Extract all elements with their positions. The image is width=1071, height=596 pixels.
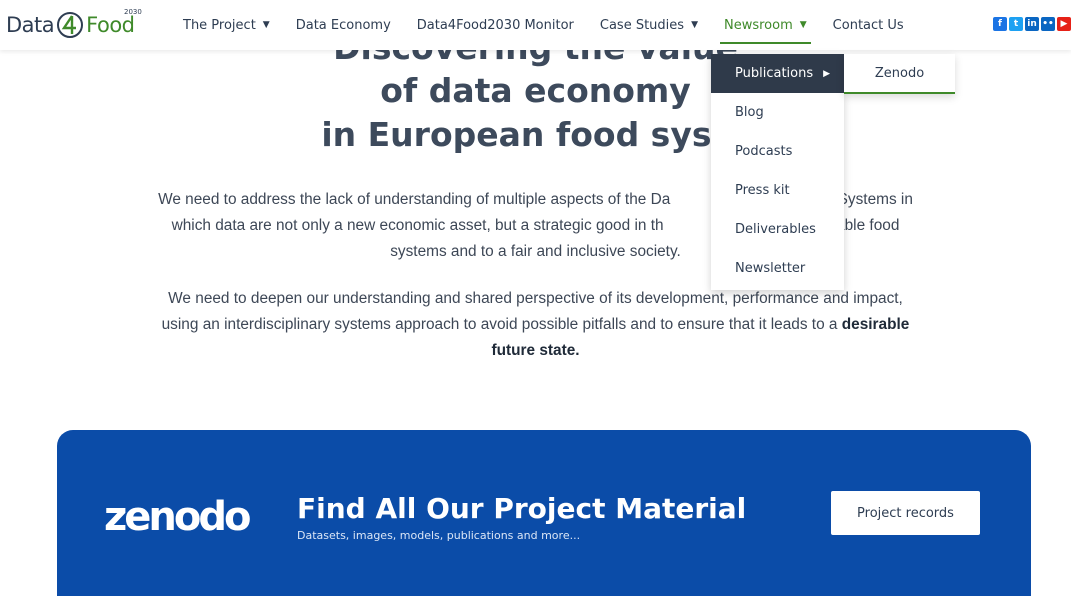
para-bold: desirable [841, 316, 910, 333]
zenodo-banner: zenodo Find All Our Project Material Dat… [57, 430, 1031, 596]
dropdown-item-newsletter[interactable]: Newsletter [711, 249, 844, 288]
flickr-icon[interactable]: •• [1041, 17, 1055, 31]
nav-label: Newsroom [723, 17, 793, 33]
nav-case-studies[interactable]: Case Studies ▼ [600, 0, 698, 50]
site-header: Data Food 2030 The Project ▼ Data Economy… [0, 0, 1071, 50]
dropdown-label: Press kit [735, 183, 790, 198]
dropdown-item-podcasts[interactable]: Podcasts [711, 132, 844, 171]
dropdown-item-deliverables[interactable]: Deliverables [711, 210, 844, 249]
second-paragraph-line-3: future state. [0, 338, 1071, 364]
caret-right-icon: ▶ [823, 68, 831, 79]
dropdown-item-blog[interactable]: Blog [711, 93, 844, 132]
banner-title: Find All Our Project Material [297, 492, 747, 525]
caret-down-icon: ▼ [691, 20, 698, 30]
logo-year: 2030 [124, 8, 142, 16]
intro-paragraph-line-3: systems and to a fair and inclusive soci… [390, 243, 681, 260]
nav-the-project[interactable]: The Project ▼ [183, 0, 270, 50]
dropdown-label: Blog [735, 105, 764, 120]
caret-down-icon: ▼ [799, 20, 807, 30]
facebook-icon[interactable]: f [993, 17, 1007, 31]
second-paragraph-line-1: We need to deepen our understanding and … [168, 290, 903, 307]
intro-paragraph-line-1: We need to address the lack of understan… [0, 187, 1071, 213]
site-logo[interactable]: Data Food 2030 [6, 8, 142, 42]
nav-monitor[interactable]: Data4Food2030 Monitor [417, 0, 574, 50]
newsroom-dropdown: Publications ▶ Blog Podcasts Press kit De… [711, 54, 844, 290]
banner-subtitle: Datasets, images, models, publications a… [297, 529, 581, 542]
nav-label: Contact Us [832, 17, 904, 33]
main-nav: The Project ▼ Data Economy Data4Food2030 … [183, 0, 930, 50]
zenodo-logo: zenodo [104, 494, 251, 540]
para-text: We need to address the lack of understan… [158, 191, 671, 208]
dropdown-item-publications[interactable]: Publications ▶ [711, 54, 844, 93]
twitter-icon[interactable]: t [1009, 17, 1023, 31]
youtube-icon[interactable]: ▶ [1057, 17, 1071, 31]
logo-text-data: Data [6, 13, 55, 37]
project-records-button[interactable]: Project records [831, 491, 980, 535]
nav-contact-us[interactable]: Contact Us [833, 0, 904, 50]
para-text: which data are not only a new economic a… [171, 217, 664, 234]
dropdown-label: Deliverables [735, 222, 816, 237]
nav-label: The Project [183, 17, 256, 33]
logo-four-icon [57, 12, 84, 38]
nav-label: Data4Food2030 Monitor [416, 17, 574, 33]
para-bold: future state. [491, 342, 580, 359]
dropdown-label: Publications [735, 66, 814, 81]
nav-label: Data Economy [295, 17, 391, 33]
submenu-item-zenodo[interactable]: Zenodo [844, 54, 955, 94]
dropdown-label: Podcasts [735, 144, 793, 159]
caret-down-icon: ▼ [262, 20, 270, 30]
intro-paragraph-line-2: which data are not only a new economic a… [0, 213, 1071, 239]
second-paragraph-line-2: using an interdisciplinary systems appro… [0, 312, 1071, 338]
linkedin-icon[interactable]: in [1025, 17, 1039, 31]
para-text: using an interdisciplinary systems appro… [161, 316, 838, 333]
social-links: f t in •• ▶ [993, 17, 1071, 31]
hero-title-line-3: in European food syste [321, 115, 750, 154]
nav-newsroom[interactable]: Newsroom ▼ [719, 0, 811, 50]
dropdown-label: Newsletter [735, 261, 806, 276]
dropdown-item-press-kit[interactable]: Press kit [711, 171, 844, 210]
nav-label: Case Studies [599, 17, 685, 33]
logo-text-food: Food [86, 13, 135, 37]
nav-data-economy[interactable]: Data Economy [296, 0, 391, 50]
